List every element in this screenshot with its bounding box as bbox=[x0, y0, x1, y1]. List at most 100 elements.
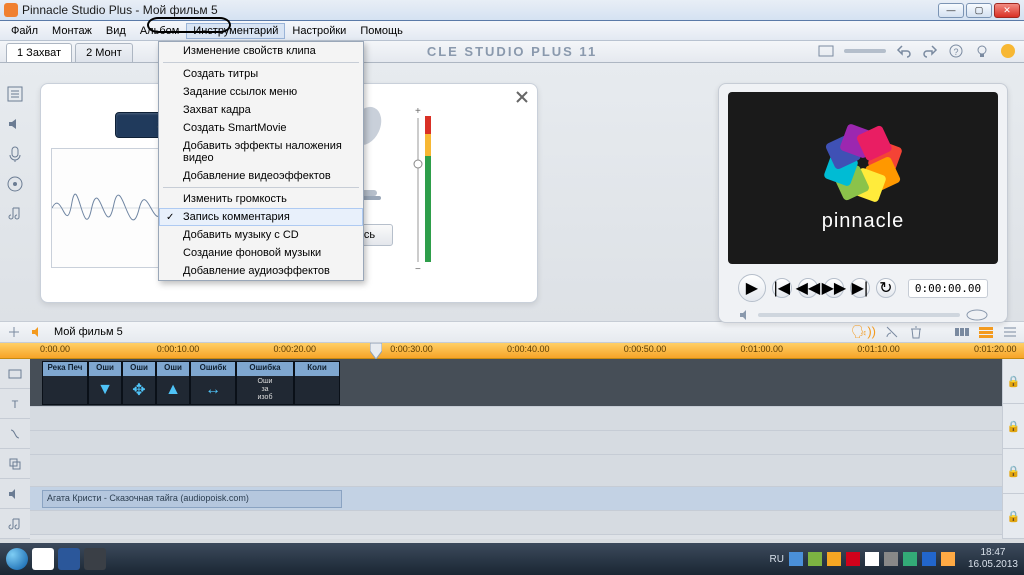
video-clip[interactable]: Оши▲ bbox=[156, 361, 190, 405]
volume-slider[interactable] bbox=[758, 313, 960, 317]
tray-icon[interactable] bbox=[808, 552, 822, 566]
timeline-ruler[interactable]: 0:00.000:00:10.000:00:20.000:00:30.000:0… bbox=[0, 343, 1024, 359]
overlay-track-icon[interactable] bbox=[7, 456, 23, 472]
menu-item[interactable]: Изменить громкость bbox=[159, 190, 363, 208]
video-track-icon[interactable] bbox=[7, 366, 23, 382]
list-mode-icon[interactable] bbox=[1002, 324, 1018, 340]
video-clip[interactable]: Коли bbox=[294, 361, 340, 405]
menu-item[interactable]: Добавление аудиоэффектов bbox=[159, 262, 363, 280]
menu-item[interactable]: Добавить музыку с CD bbox=[159, 226, 363, 244]
start-button[interactable] bbox=[6, 548, 28, 570]
voice-track[interactable] bbox=[30, 511, 1002, 535]
help-icon[interactable]: ? bbox=[948, 43, 964, 59]
taskbar-app-icon[interactable] bbox=[84, 548, 106, 570]
forward-button[interactable]: ▶▶ bbox=[824, 278, 844, 298]
taskbar-chrome-icon[interactable] bbox=[32, 548, 54, 570]
go-start-button[interactable]: |◀ bbox=[772, 278, 792, 298]
menu-файл[interactable]: Файл bbox=[4, 23, 45, 39]
tray-icon[interactable] bbox=[941, 552, 955, 566]
menu-item[interactable]: Создать титры bbox=[159, 65, 363, 83]
title-track[interactable] bbox=[30, 407, 1002, 431]
undo-icon[interactable] bbox=[896, 43, 912, 59]
menu-монтаж[interactable]: Монтаж bbox=[45, 23, 99, 39]
video-clip[interactable]: Оши✥ bbox=[122, 361, 156, 405]
volume-tool-icon[interactable] bbox=[6, 115, 24, 133]
video-clip[interactable]: Оши▼ bbox=[88, 361, 122, 405]
storyboard-mode-icon[interactable] bbox=[954, 324, 970, 340]
menu-item[interactable]: Задание ссылок меню bbox=[159, 83, 363, 101]
voiceover-tool-icon[interactable] bbox=[6, 145, 24, 163]
tray-icon[interactable] bbox=[865, 552, 879, 566]
timeline-header: Мой фильм 5 🗣)) bbox=[0, 321, 1024, 343]
timecode-display: 0:00:00.00 bbox=[908, 279, 988, 298]
storyboard-view-icon[interactable] bbox=[818, 43, 834, 59]
level-meter[interactable]: + − bbox=[411, 104, 433, 274]
menu-вид[interactable]: Вид bbox=[99, 23, 133, 39]
tray-icon[interactable] bbox=[903, 552, 917, 566]
audio-clip[interactable]: Агата Кристи - Сказочная тайга (audiopoi… bbox=[42, 490, 342, 508]
lock-icon[interactable]: 🔒 bbox=[1003, 449, 1024, 494]
menu-item[interactable]: ✓Запись комментария bbox=[159, 208, 363, 226]
timeline-collapse-icon[interactable] bbox=[6, 324, 22, 340]
timeline-mode-icon[interactable] bbox=[978, 324, 994, 340]
lock-icon[interactable]: 🔒 bbox=[1003, 359, 1024, 404]
taskbar-clock[interactable]: 18:47 16.05.2013 bbox=[968, 547, 1018, 571]
lock-icon[interactable]: 🔒 bbox=[1003, 494, 1024, 539]
play-button[interactable]: ▶ bbox=[738, 274, 766, 302]
panel-close-icon[interactable] bbox=[513, 88, 531, 106]
taskbar-word-icon[interactable] bbox=[58, 548, 80, 570]
menu-помощь[interactable]: Помощь bbox=[353, 23, 410, 39]
close-button[interactable]: ✕ bbox=[994, 3, 1020, 18]
preview-screen: pinnacle bbox=[728, 92, 998, 264]
menu-item[interactable]: Изменение свойств клипа bbox=[159, 42, 363, 60]
mode-tab[interactable]: 1 Захват bbox=[6, 43, 72, 62]
video-clip[interactable]: ОшибкаОшизаизоб bbox=[236, 361, 294, 405]
maximize-button[interactable]: ▢ bbox=[966, 3, 992, 18]
tray-icon[interactable] bbox=[922, 552, 936, 566]
video-clip[interactable]: Река Печ bbox=[42, 361, 88, 405]
tray-icon[interactable] bbox=[827, 552, 841, 566]
tray-icon[interactable] bbox=[884, 552, 898, 566]
rewind-button[interactable]: ◀◀ bbox=[798, 278, 818, 298]
overlay-track[interactable] bbox=[30, 455, 1002, 487]
speaker-small-icon[interactable] bbox=[30, 324, 46, 340]
effect-track[interactable] bbox=[30, 431, 1002, 455]
language-indicator[interactable]: RU bbox=[769, 554, 783, 565]
cd-audio-icon[interactable] bbox=[6, 175, 24, 193]
music-track[interactable]: Агата Кристи - Сказочная тайга (audiopoi… bbox=[30, 487, 1002, 511]
mode-tab[interactable]: 2 Монт bbox=[75, 43, 133, 62]
loop-button[interactable]: ↻ bbox=[876, 278, 896, 298]
tray-icon[interactable] bbox=[846, 552, 860, 566]
lightbulb-icon[interactable] bbox=[974, 43, 990, 59]
go-end-button[interactable]: ▶| bbox=[850, 278, 870, 298]
clip-properties-icon[interactable] bbox=[6, 85, 24, 103]
minimize-button[interactable]: — bbox=[938, 3, 964, 18]
tray-icon[interactable] bbox=[789, 552, 803, 566]
music-track-icon[interactable] bbox=[7, 516, 23, 532]
redo-icon[interactable] bbox=[922, 43, 938, 59]
menu-настройки[interactable]: Настройки bbox=[285, 23, 353, 39]
effect-track-icon[interactable] bbox=[7, 426, 23, 442]
svg-text:?: ? bbox=[953, 47, 958, 57]
menu-item[interactable]: Создание фоновой музыки bbox=[159, 244, 363, 262]
menu-item[interactable]: Создать SmartMovie bbox=[159, 119, 363, 137]
menu-item[interactable]: Добавление видеоэффектов bbox=[159, 167, 363, 185]
windows-taskbar[interactable]: RU 18:47 16.05.2013 bbox=[0, 543, 1024, 575]
music-tool-icon[interactable] bbox=[6, 205, 24, 223]
menu-альбом[interactable]: Альбом bbox=[133, 23, 186, 39]
video-track[interactable]: Река ПечОши▼Оши✥Оши▲Ошибк↔ОшибкаОшизаизо… bbox=[30, 359, 1002, 407]
dvd-icon[interactable] bbox=[966, 308, 988, 322]
menu-item[interactable]: Добавить эффекты наложения видео bbox=[159, 137, 363, 167]
title-track-icon[interactable]: T bbox=[7, 396, 23, 412]
audio-track-icon[interactable] bbox=[7, 486, 23, 502]
video-clip[interactable]: Ошибк↔ bbox=[190, 361, 236, 405]
menu-инструментарий[interactable]: Инструментарий bbox=[186, 23, 285, 39]
razor-icon[interactable] bbox=[884, 324, 900, 340]
mute-icon[interactable] bbox=[738, 308, 752, 322]
trash-icon[interactable] bbox=[908, 324, 924, 340]
zoom-slider[interactable] bbox=[844, 49, 886, 53]
playhead[interactable] bbox=[370, 343, 382, 359]
lock-icon[interactable]: 🔒 bbox=[1003, 404, 1024, 449]
menu-item[interactable]: Захват кадра bbox=[159, 101, 363, 119]
premium-icon[interactable] bbox=[1000, 43, 1016, 59]
